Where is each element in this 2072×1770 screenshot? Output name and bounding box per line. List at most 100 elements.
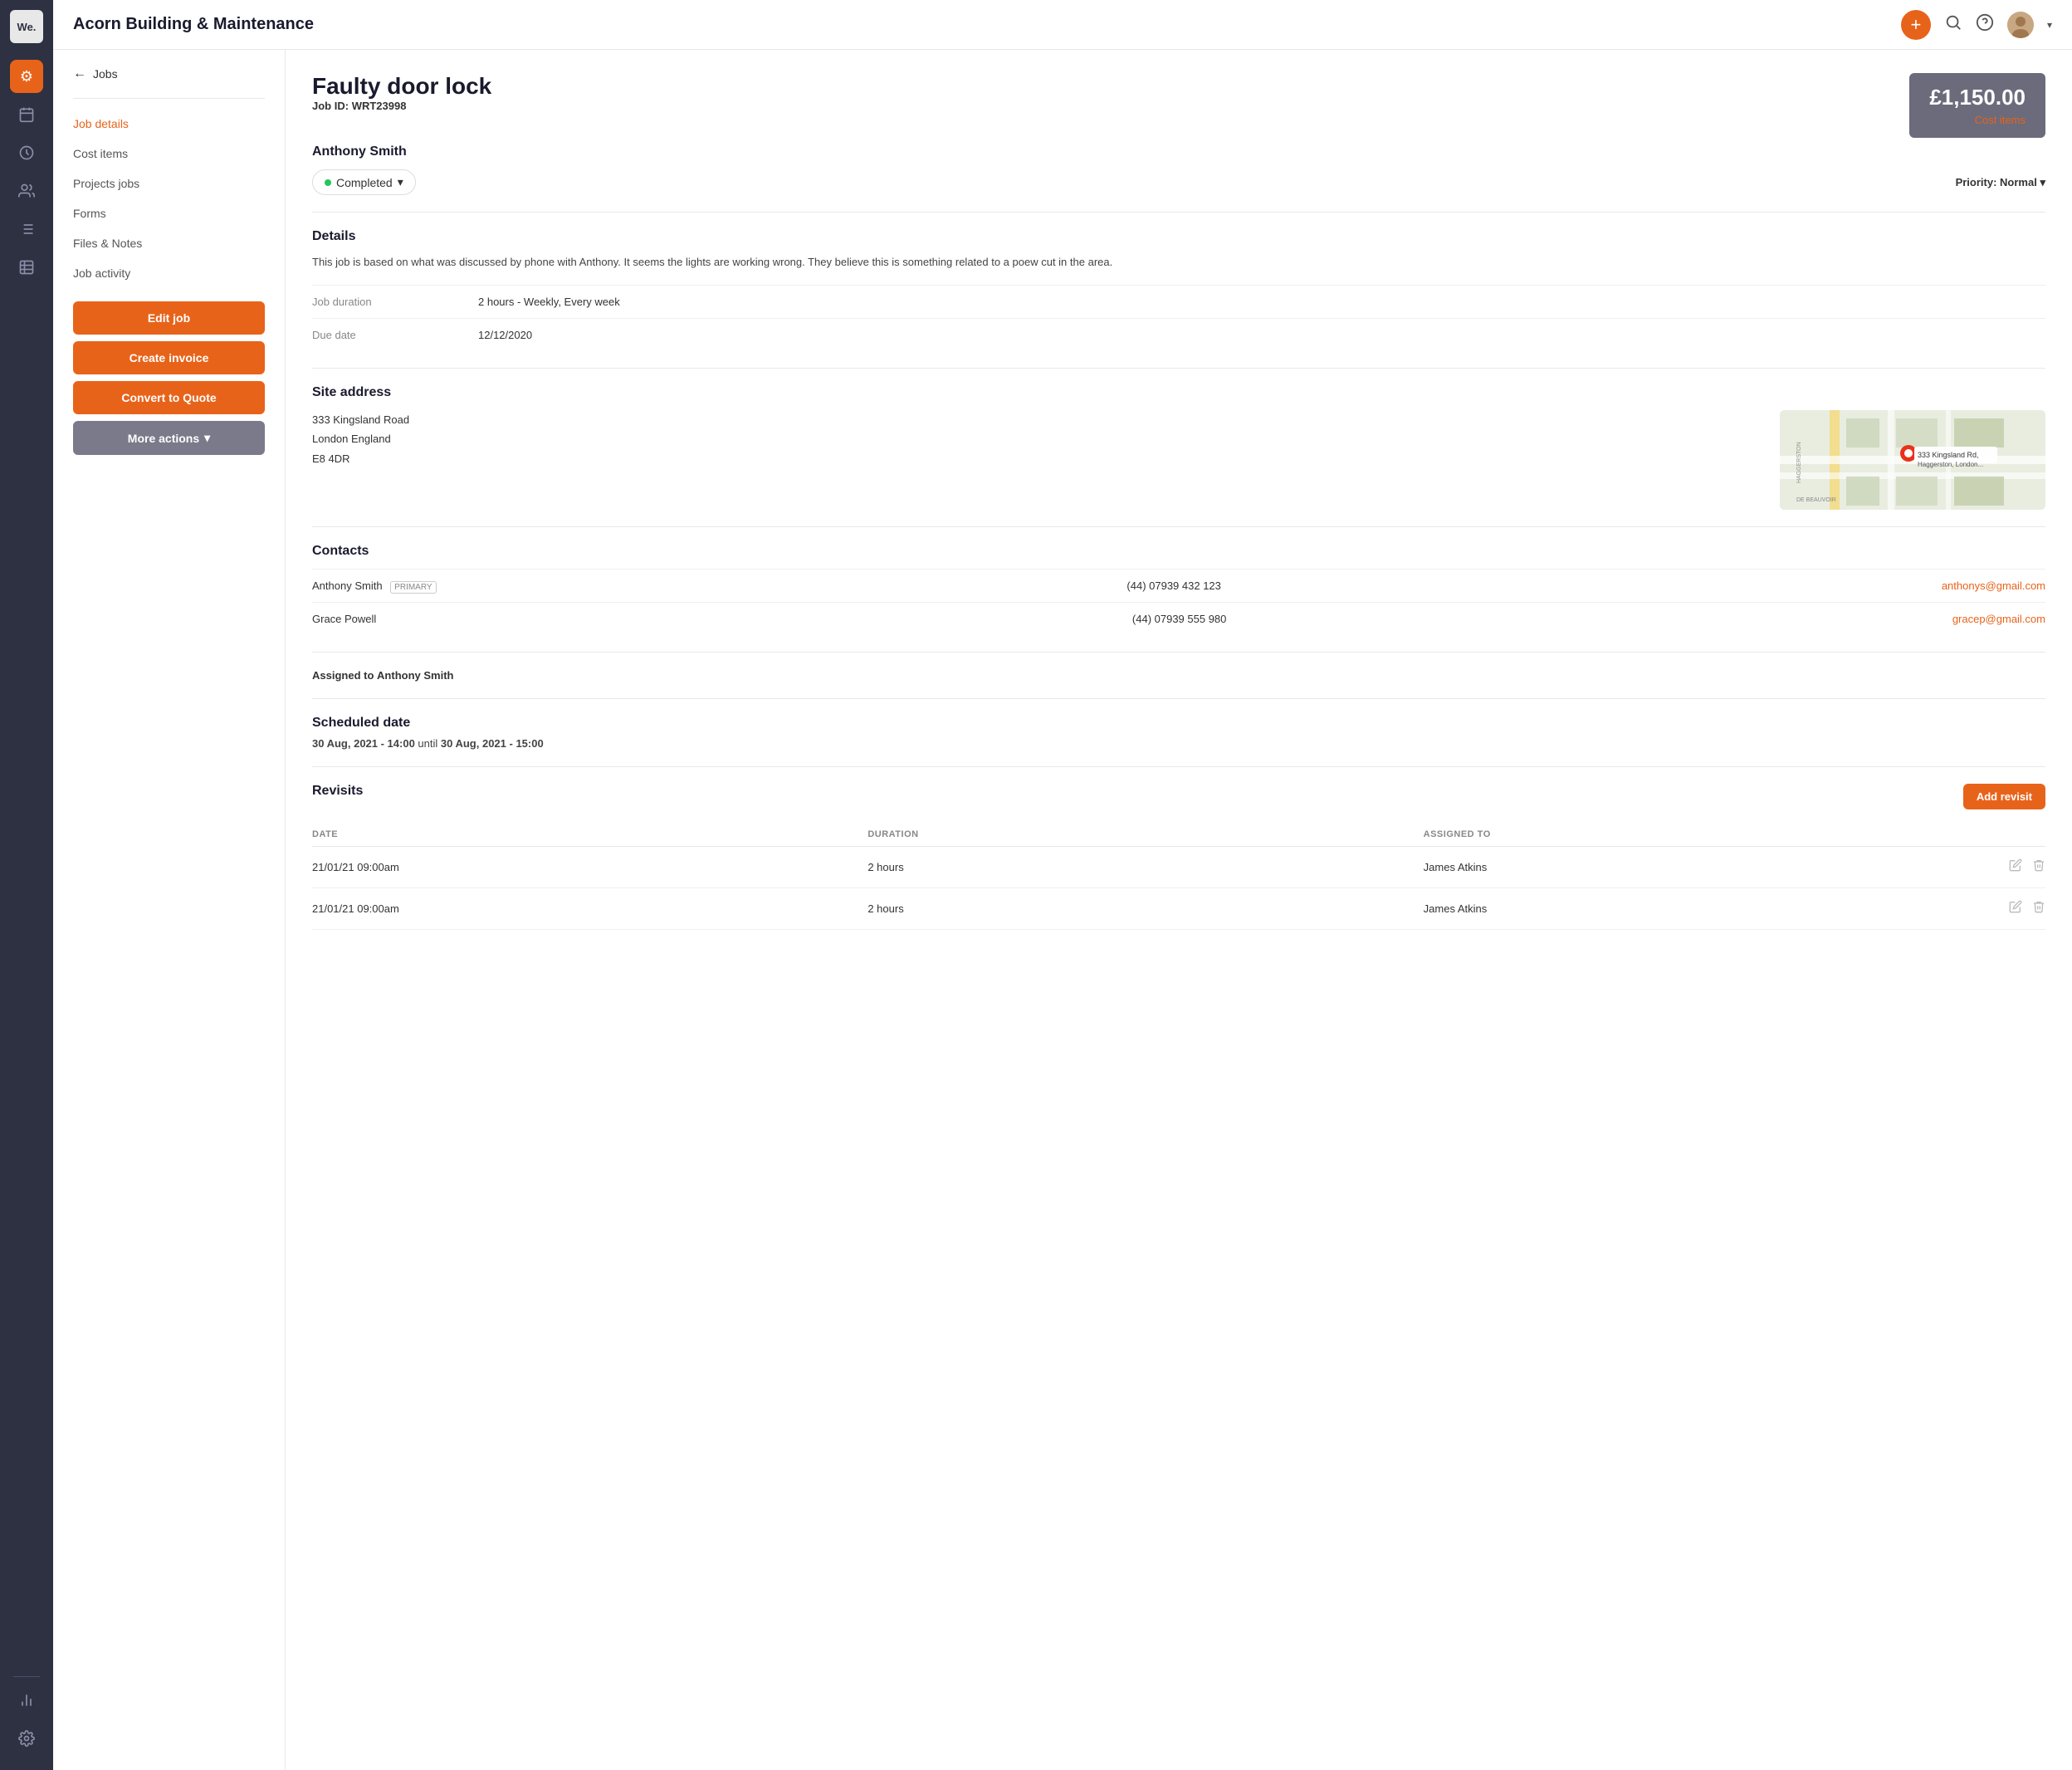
cost-items-link[interactable]: Cost items (1929, 114, 2026, 126)
section-divider-4 (312, 652, 2045, 653)
duration-label: Job duration (312, 296, 478, 308)
more-actions-button[interactable]: More actions ▾ (73, 421, 265, 455)
search-icon[interactable] (1944, 13, 1962, 37)
map-visual: 333 Kingsland Rd, Haggerston, London... … (1780, 410, 2045, 510)
nav-list-icon[interactable] (10, 213, 43, 246)
add-revisit-button[interactable]: Add revisit (1963, 784, 2045, 809)
nav-users-icon[interactable] (10, 174, 43, 208)
site-info: 333 Kingsland Road London England E8 4DR (312, 410, 1760, 510)
price-box: £1,150.00 Cost items (1909, 73, 2045, 138)
scheduled-text: 30 Aug, 2021 - 14:00 until 30 Aug, 2021 … (312, 737, 2045, 750)
more-actions-caret-icon: ▾ (204, 431, 210, 445)
contacts-title: Contacts (312, 544, 2045, 559)
contact-row-2: Grace Powell (44) 07939 555 980 gracep@g… (312, 602, 2045, 635)
status-badge[interactable]: Completed ▾ (312, 169, 416, 195)
convert-to-quote-button[interactable]: Convert to Quote (73, 381, 265, 414)
contacts-section: Contacts Anthony Smith PRIMARY (44) 0793… (312, 544, 2045, 635)
priority-text: Priority: Normal ▾ (1956, 176, 2045, 189)
svg-text:Haggerston, London...: Haggerston, London... (1918, 461, 1983, 468)
scheduled-title: Scheduled date (312, 716, 2045, 731)
revisit-2-actions (1979, 900, 2045, 917)
section-divider-3 (312, 526, 2045, 527)
svg-text:HAGGERSTON: HAGGERSTON (1796, 442, 1802, 483)
duration-row: Job duration 2 hours - Weekly, Every wee… (312, 285, 2045, 318)
revisits-table-header: DATE DURATION ASSIGNED TO (312, 823, 2045, 847)
app-logo: We. (10, 10, 43, 43)
assigned-text: Assigned to Anthony Smith (312, 669, 2045, 682)
help-icon[interactable] (1976, 13, 1994, 37)
edit-job-button[interactable]: Edit job (73, 301, 265, 335)
contact-row-1: Anthony Smith PRIMARY (44) 07939 432 123… (312, 569, 2045, 602)
revisit-row-1: 21/01/21 09:00am 2 hours James Atkins (312, 847, 2045, 888)
due-date-value: 12/12/2020 (478, 329, 532, 341)
section-divider-6 (312, 766, 2045, 767)
sidebar-item-cost-items[interactable]: Cost items (53, 139, 285, 169)
col-actions (1979, 829, 2045, 839)
revisit-2-edit-icon[interactable] (2009, 900, 2022, 917)
revisit-2-assigned: James Atkins (1424, 902, 1979, 915)
nav-clock-icon[interactable] (10, 136, 43, 169)
nav-jobs-icon[interactable]: ⚙ (10, 60, 43, 93)
job-title: Faulty door lock (312, 73, 491, 100)
section-divider-2 (312, 368, 2045, 369)
header-actions: + ▾ (1901, 10, 2052, 40)
nav-chart-icon[interactable] (10, 1684, 43, 1717)
status-label: Completed (336, 176, 393, 189)
status-row: Completed ▾ Priority: Normal ▾ (312, 169, 2045, 195)
contact-2-phone: (44) 07939 555 980 (1132, 613, 1952, 625)
contact-1-badge: PRIMARY (390, 581, 436, 594)
section-divider-5 (312, 698, 2045, 699)
main-content: Faulty door lock Job ID: WRT23998 £1,150… (286, 50, 2072, 1770)
contact-2-email[interactable]: gracep@gmail.com (1952, 613, 2045, 625)
site-map[interactable]: 333 Kingsland Rd, Haggerston, London... … (1780, 410, 2045, 510)
due-date-label: Due date (312, 329, 478, 341)
back-to-jobs-link[interactable]: ← Jobs (53, 66, 285, 95)
back-arrow-icon: ← (73, 66, 86, 81)
avatar[interactable] (2007, 12, 2034, 38)
sidebar-item-forms[interactable]: Forms (53, 198, 285, 228)
company-name: Acorn Building & Maintenance (73, 15, 1901, 34)
nav-settings-icon[interactable] (10, 1722, 43, 1755)
sidebar-divider (73, 98, 265, 99)
status-caret-icon: ▾ (398, 175, 403, 189)
details-description: This job is based on what was discussed … (312, 254, 2045, 271)
revisit-1-date: 21/01/21 09:00am (312, 861, 867, 873)
revisit-1-delete-icon[interactable] (2032, 858, 2045, 876)
revisit-row-2: 21/01/21 09:00am 2 hours James Atkins (312, 888, 2045, 930)
svg-text:DE BEAUVOIR: DE BEAUVOIR (1796, 497, 1836, 503)
revisits-header: Revisits Add revisit (312, 784, 2045, 809)
avatar-caret-icon[interactable]: ▾ (2047, 19, 2052, 31)
create-invoice-button[interactable]: Create invoice (73, 341, 265, 374)
add-button[interactable]: + (1901, 10, 1931, 40)
site-section: 333 Kingsland Road London England E8 4DR (312, 410, 2045, 510)
client-name: Anthony Smith (312, 144, 2045, 159)
revisit-1-actions (1979, 858, 2045, 876)
sidebar-item-job-details[interactable]: Job details (53, 109, 285, 139)
contact-2-name: Grace Powell (312, 613, 1132, 625)
price-amount: £1,150.00 (1929, 85, 2026, 110)
duration-value: 2 hours - Weekly, Every week (478, 296, 620, 308)
job-header: Faulty door lock Job ID: WRT23998 £1,150… (312, 73, 2045, 138)
nav-calendar-icon[interactable] (10, 98, 43, 131)
contact-1-email[interactable]: anthonys@gmail.com (1942, 579, 2045, 592)
due-date-row: Due date 12/12/2020 (312, 318, 2045, 351)
site-line2: London England (312, 429, 1760, 448)
site-address-section: Site address 333 Kingsland Road London E… (312, 385, 2045, 510)
back-label: Jobs (93, 67, 118, 81)
contact-1-name: Anthony Smith PRIMARY (312, 579, 1126, 592)
revisit-1-edit-icon[interactable] (2009, 858, 2022, 876)
sidebar-item-job-activity[interactable]: Job activity (53, 258, 285, 288)
nav-table-icon[interactable] (10, 251, 43, 284)
sidebar-item-projects-jobs[interactable]: Projects jobs (53, 169, 285, 198)
site-line1: 333 Kingsland Road (312, 410, 1760, 429)
left-sidebar: ← Jobs Job details Cost items Projects j… (53, 50, 286, 1770)
sidebar-item-files-notes[interactable]: Files & Notes (53, 228, 285, 258)
site-address-title: Site address (312, 385, 2045, 400)
col-assigned: ASSIGNED TO (1424, 829, 1979, 839)
svg-text:333 Kingsland Rd,: 333 Kingsland Rd, (1918, 451, 1979, 459)
col-duration: DURATION (867, 829, 1423, 839)
status-dot (325, 179, 331, 186)
revisit-2-delete-icon[interactable] (2032, 900, 2045, 917)
revisit-2-duration: 2 hours (867, 902, 1423, 915)
scheduled-date-section: Scheduled date 30 Aug, 2021 - 14:00 unti… (312, 716, 2045, 750)
